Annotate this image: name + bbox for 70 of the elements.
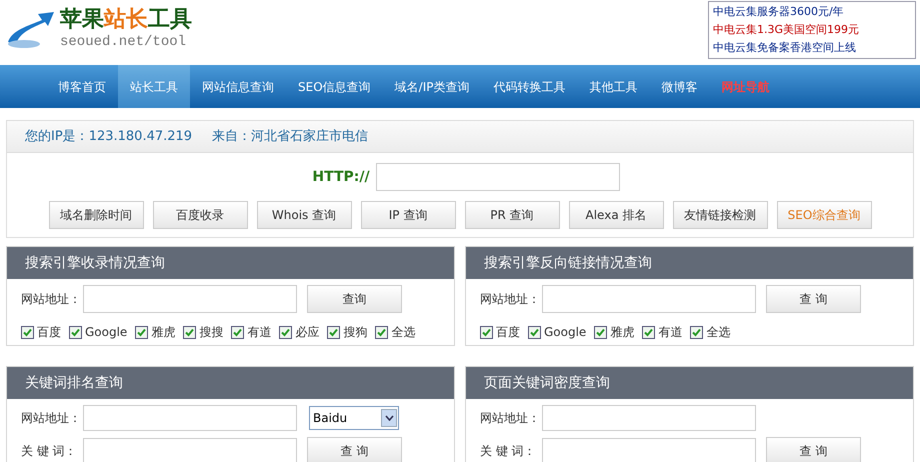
url-field[interactable] [542, 405, 756, 431]
checkbox[interactable] [327, 326, 340, 338]
panel-title: 搜索引擎反向链接情况查询 [466, 247, 913, 279]
checkbox-label: 雅虎 [151, 324, 176, 341]
checkbox[interactable] [183, 326, 196, 338]
checkbox[interactable] [690, 326, 704, 338]
checkbox-label: 雅虎 [610, 324, 634, 341]
nav-tab[interactable]: SEO信息查询 [286, 65, 383, 108]
panel-title: 搜索引擎收录情况查询 [7, 247, 454, 279]
checkbox-label: 全选 [706, 324, 730, 341]
checkbox[interactable] [21, 326, 34, 338]
panel-title: 关键词排名查询 [7, 367, 454, 399]
tool-button[interactable]: PR 查询 [464, 201, 560, 229]
tool-button[interactable]: 域名删除时间 [48, 201, 144, 229]
tool-button[interactable]: 百度收录 [152, 201, 248, 229]
field-label: 网站地址： [480, 291, 541, 308]
tool-button[interactable]: IP 查询 [360, 201, 456, 229]
tool-button[interactable]: 友情链接检测 [672, 201, 768, 229]
checkbox[interactable] [135, 326, 148, 338]
field-label: 关 键 词： [480, 443, 537, 460]
checkbox[interactable] [594, 326, 608, 338]
http-label: HTTP:// [312, 168, 370, 186]
checkbox-label: 百度 [37, 324, 61, 341]
url-field[interactable] [542, 438, 756, 462]
tool-button[interactable]: Whois 查询 [256, 201, 352, 229]
checkbox-label: 全选 [391, 324, 416, 341]
ad-link[interactable]: 中电云集免备案香港空间上线 [713, 39, 911, 57]
checkbox[interactable] [375, 326, 388, 338]
checkbox[interactable] [480, 326, 493, 338]
url-field[interactable] [83, 405, 297, 431]
field-label: 网站地址： [21, 291, 82, 308]
checkbox-label: Google [85, 324, 128, 341]
site-subtitle: seoued.net/tool [60, 34, 188, 50]
tool-button[interactable]: Alexa 排名 [568, 201, 664, 229]
nav-tab[interactable]: 微博客 [649, 65, 710, 108]
checkbox[interactable] [279, 326, 292, 338]
checkbox-label: 有道 [247, 324, 272, 341]
checkbox-label: Google [544, 324, 586, 341]
ip-text: 您的IP是：123.180.47.219 [25, 128, 192, 146]
url-field[interactable] [542, 285, 756, 313]
nav-tab[interactable]: 网站信息查询 [190, 65, 286, 108]
field-label: 网站地址： [21, 410, 82, 427]
panel-title: 页面关键词密度查询 [466, 367, 913, 399]
checkbox[interactable] [231, 326, 244, 338]
query-button[interactable]: 查 询 [766, 437, 861, 462]
url-field[interactable] [83, 285, 297, 313]
nav-tab[interactable]: 其他工具 [577, 65, 650, 108]
nav-tab[interactable]: 代码转换工具 [481, 65, 578, 108]
ad-link[interactable]: 中电云集1.3G美国空间199元 [713, 21, 911, 39]
checkbox[interactable] [528, 326, 541, 338]
checkbox[interactable] [69, 326, 82, 338]
nav-tab[interactable]: 博客首页 [46, 65, 118, 108]
checkbox-label: 百度 [496, 324, 520, 341]
site-title: 苹果站长工具 [60, 6, 192, 34]
query-button[interactable]: 查 询 [307, 437, 402, 462]
url-field[interactable] [376, 163, 620, 191]
nav-tab[interactable]: 域名/IP类查询 [382, 65, 482, 108]
field-label: 关 键 词： [21, 443, 78, 460]
checkbox-label: 搜狗 [343, 324, 368, 341]
checkbox-label: 搜搜 [199, 324, 224, 341]
field-label: 网站地址： [480, 410, 541, 427]
checkbox[interactable] [642, 326, 656, 338]
location-text: 来自：河北省石家庄市电信 [212, 128, 368, 146]
engine-select[interactable]: Baidu [309, 406, 399, 430]
query-button[interactable]: 查 询 [766, 285, 861, 313]
checkbox-label: 必应 [295, 324, 320, 341]
url-field[interactable] [83, 438, 297, 462]
query-button[interactable]: 查询 [307, 285, 402, 313]
ad-link[interactable]: 中电云集服务器3600元/年 [713, 3, 911, 21]
checkbox-label: 有道 [658, 324, 682, 341]
